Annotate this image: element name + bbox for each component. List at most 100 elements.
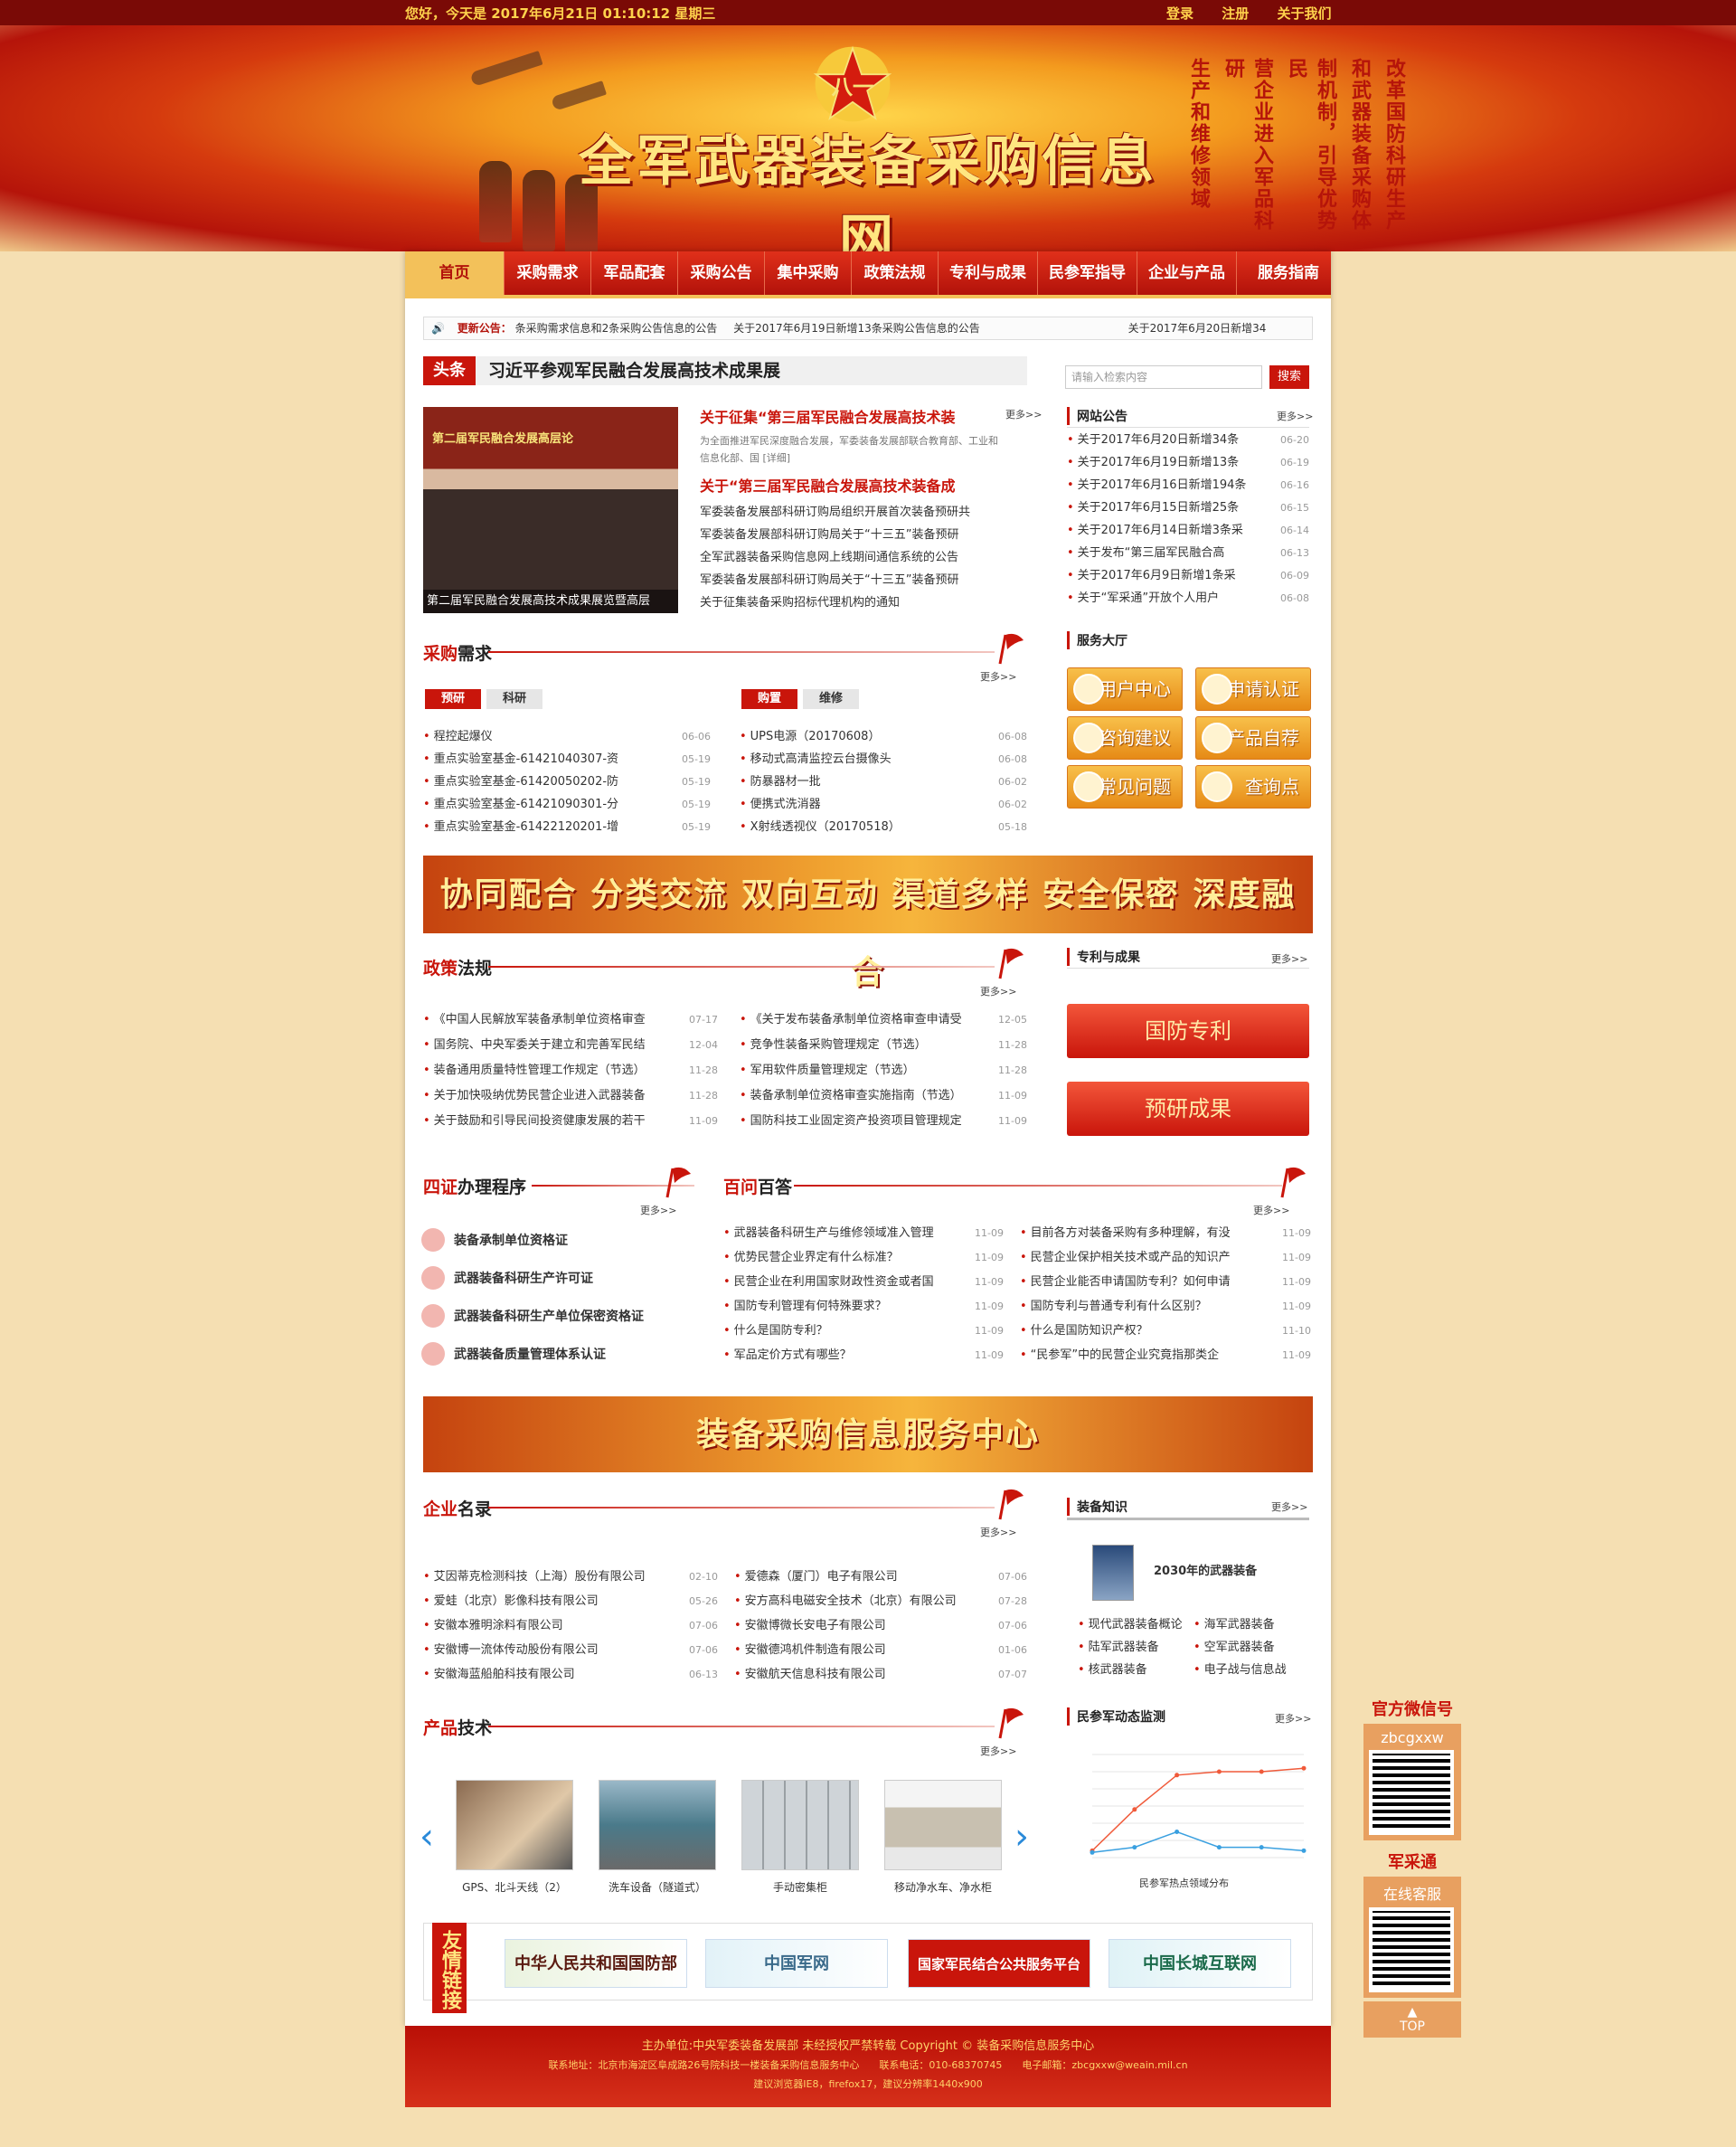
login-link[interactable]: 登录 (1166, 5, 1194, 22)
product-item[interactable]: 移动净水车、净水柜 (884, 1780, 1002, 1895)
list-item[interactable]: 优势民营企业界定有什么标准？11-09 (723, 1245, 1004, 1270)
notice-item[interactable]: 条采购需求信息和2条采购公告信息的公告 (515, 322, 718, 335)
defense-patent-button[interactable]: 国防专利 (1067, 1004, 1309, 1058)
equip-knowledge-more-link[interactable]: 更多>> (1271, 1499, 1307, 1514)
list-item[interactable]: 民营企业保护相关技术或产品的知识产11-09 (1020, 1245, 1311, 1270)
list-item[interactable]: 爱蛙（北京）影像科技有限公司05-26 (423, 1589, 718, 1613)
headline-list-item[interactable]: 军委装备发展部科研订购局关于“十三五”装备预研 (700, 524, 970, 546)
list-item[interactable]: 关于发布“第三届军民融合高06-13 (1067, 542, 1309, 564)
tab-research[interactable]: 科研 (486, 689, 543, 709)
headline-lead-1[interactable]: 关于征集“第三届军民融合发展高技术装 (700, 405, 956, 427)
list-item[interactable]: 民营企业能否申请国防专利？如何申请11-09 (1020, 1270, 1311, 1294)
list-item[interactable]: 国防科技工业固定资产投资项目管理规定11-09 (740, 1109, 1027, 1134)
four-cert-more-link[interactable]: 更多>> (640, 1203, 676, 1217)
list-item[interactable]: 安徽博微长安电子有限公司07-06 (734, 1613, 1027, 1638)
product-item[interactable]: 洗车设备（隧道式） (599, 1780, 716, 1895)
nav-policy[interactable]: 政策法规 (852, 251, 939, 295)
list-item[interactable]: 竞争性装备采购管理规定（节选）11-28 (740, 1033, 1027, 1058)
great-wall-link[interactable]: 中国长城互联网 (1109, 1939, 1291, 1988)
nav-procurement-notice[interactable]: 采购公告 (678, 251, 765, 295)
list-item[interactable]: 爱德森（厦门）电子有限公司07-06 (734, 1565, 1027, 1589)
list-item[interactable]: 民营企业在利用国家财政性资金或者国11-09 (723, 1270, 1004, 1294)
headline-title[interactable]: 习近平参观军民融合发展高技术成果展 (488, 356, 780, 385)
list-item[interactable]: 国防专利与普通专利有什么区别？11-09 (1020, 1294, 1311, 1319)
list-item[interactable]: 装备承制单位资格审查实施指南（节选）11-09 (740, 1083, 1027, 1109)
headline-list-item[interactable]: 全军武器装备采购信息网上线期间通信系统的公告 (700, 546, 970, 569)
consult-button[interactable]: 咨询建议 (1067, 716, 1183, 760)
carousel-next-icon[interactable]: › (1014, 1816, 1029, 1858)
carousel-prev-icon[interactable]: ‹ (420, 1816, 434, 1858)
list-item[interactable]: X射线透视仪（20170518）05-18 (740, 816, 1027, 838)
list-item[interactable]: 国务院、中央军委关于建立和完善军民结12-04 (423, 1033, 718, 1058)
cert-item[interactable]: 武器装备质量管理体系认证 (421, 1342, 606, 1366)
list-item[interactable]: 军用软件质量管理规定（节选）11-28 (740, 1058, 1027, 1083)
list-item[interactable]: 安方高科电磁安全技术（北京）有限公司07-28 (734, 1589, 1027, 1613)
list-item[interactable]: 移动式高清监控云台摄像头06-08 (740, 748, 1027, 771)
list-item[interactable]: 安徽德鸿机件制造有限公司01-06 (734, 1638, 1027, 1662)
faq-button[interactable]: 常见问题 (1067, 765, 1183, 809)
wechat-qr-code[interactable] (1369, 1750, 1454, 1835)
patents-more-link[interactable]: 更多>> (1271, 951, 1307, 966)
book-title[interactable]: 2030年的武器装备 (1154, 1561, 1257, 1578)
cert-item[interactable]: 装备承制单位资格证 (421, 1228, 568, 1252)
headline-more-link[interactable]: 更多>> (1005, 407, 1042, 421)
products-more-link[interactable]: 更多>> (980, 1744, 1016, 1758)
headline-list-item[interactable]: 军委装备发展部科研订购局组织开展首次装备预研共 (700, 501, 970, 524)
headline-list-item[interactable]: 关于征集装备采购招标代理机构的通知 (700, 591, 970, 614)
list-item[interactable]: 安徽博一流体传动股份有限公司07-06 (423, 1638, 718, 1662)
list-item[interactable]: 关于2017年6月15日新增25条06-15 (1067, 497, 1309, 519)
nav-home[interactable]: 首页 (405, 251, 505, 295)
jct-qr-code[interactable] (1369, 1907, 1454, 1992)
nav-military-supporting[interactable]: 军品配套 (591, 251, 678, 295)
companies-more-link[interactable]: 更多>> (980, 1525, 1016, 1539)
list-item[interactable]: “民参军”中的民营企业究竟指那类企11-09 (1020, 1343, 1311, 1367)
list-item[interactable]: 重点实验室基金-61421090301-分05-19 (423, 793, 711, 816)
cert-item[interactable]: 武器装备科研生产许可证 (421, 1266, 593, 1290)
about-link[interactable]: 关于我们 (1278, 5, 1332, 22)
chinamil-link[interactable]: 中国军网 (705, 1939, 888, 1988)
list-item[interactable]: 国防专利管理有何特殊要求？11-09 (723, 1294, 1004, 1319)
headline-lead-2[interactable]: 关于“第三届军民融合发展高技术装备成 (700, 474, 956, 496)
list-item[interactable]: 安徽海蓝船舶科技有限公司06-13 (423, 1662, 718, 1687)
search-button[interactable]: 搜索 (1269, 365, 1309, 389)
tab-pre-research[interactable]: 预研 (425, 689, 482, 709)
product-item[interactable]: GPS、北斗天线（2） (456, 1780, 573, 1895)
list-item[interactable]: 重点实验室基金-61421040307-资05-19 (423, 748, 711, 771)
cert-item[interactable]: 武器装备科研生产单位保密资格证 (421, 1304, 644, 1328)
list-item[interactable]: 什么是国防知识产权？11-10 (1020, 1319, 1311, 1343)
search-input[interactable]: 请输入检索内容 (1065, 365, 1262, 389)
list-item[interactable]: 现代武器装备概论 (1078, 1613, 1194, 1636)
mod-link[interactable]: 中华人民共和国国防部 (505, 1939, 687, 1988)
list-item[interactable]: 空军武器装备 (1194, 1636, 1309, 1659)
list-item[interactable]: 《中国人民解放军装备承制单位资格审查07-17 (423, 1007, 718, 1033)
headline-photo[interactable]: 第二届军民融合发展高层论 第二届军民融合发展高技术成果展览暨高层 (423, 407, 678, 613)
nav-service-guide[interactable]: 服务指南 (1237, 251, 1340, 295)
list-item[interactable]: 关于加快吸纳优势民营企业进入武器装备11-28 (423, 1083, 718, 1109)
list-item[interactable]: 关于2017年6月19日新增13条06-19 (1067, 451, 1309, 474)
list-item[interactable]: 核武器装备 (1078, 1659, 1194, 1681)
list-item[interactable]: 程控起爆仪06-06 (423, 725, 711, 748)
nav-companies-products[interactable]: 企业与产品 (1137, 251, 1237, 295)
pre-research-results-button[interactable]: 预研成果 (1067, 1082, 1309, 1136)
query-point-button[interactable]: 查询点 (1195, 765, 1311, 809)
nav-centralized-procurement[interactable]: 集中采购 (765, 251, 852, 295)
user-center-button[interactable]: 用户中心 (1067, 667, 1183, 711)
book-cover-image[interactable] (1092, 1545, 1134, 1601)
tab-purchase[interactable]: 购置 (741, 689, 798, 709)
list-item[interactable]: 海军武器装备 (1194, 1613, 1309, 1636)
register-link[interactable]: 注册 (1222, 5, 1249, 22)
tab-maintenance[interactable]: 维修 (803, 689, 860, 709)
list-item[interactable]: 什么是国防专利？11-09 (723, 1319, 1004, 1343)
back-to-top-button[interactable]: ▲ TOP (1363, 2001, 1461, 2038)
list-item[interactable]: 军品定价方式有哪些？11-09 (723, 1343, 1004, 1367)
policy-more-link[interactable]: 更多>> (980, 984, 1016, 998)
monitor-more-link[interactable]: 更多>> (1275, 1711, 1311, 1726)
list-item[interactable]: 艾因蒂克检测科技（上海）股份有限公司02-10 (423, 1565, 718, 1589)
list-item[interactable]: 安徽本雅明涂料有限公司07-06 (423, 1613, 718, 1638)
list-item[interactable]: 重点实验室基金-61420050202-防05-19 (423, 771, 711, 793)
faq-more-link[interactable]: 更多>> (1253, 1203, 1289, 1217)
nav-procurement-demand[interactable]: 采购需求 (505, 251, 591, 295)
list-item[interactable]: 关于2017年6月14日新增3条采06-14 (1067, 519, 1309, 542)
list-item[interactable]: 关于2017年6月20日新增34条06-20 (1067, 429, 1309, 451)
jct-subtitle[interactable]: 在线客服 (1369, 1882, 1456, 1904)
